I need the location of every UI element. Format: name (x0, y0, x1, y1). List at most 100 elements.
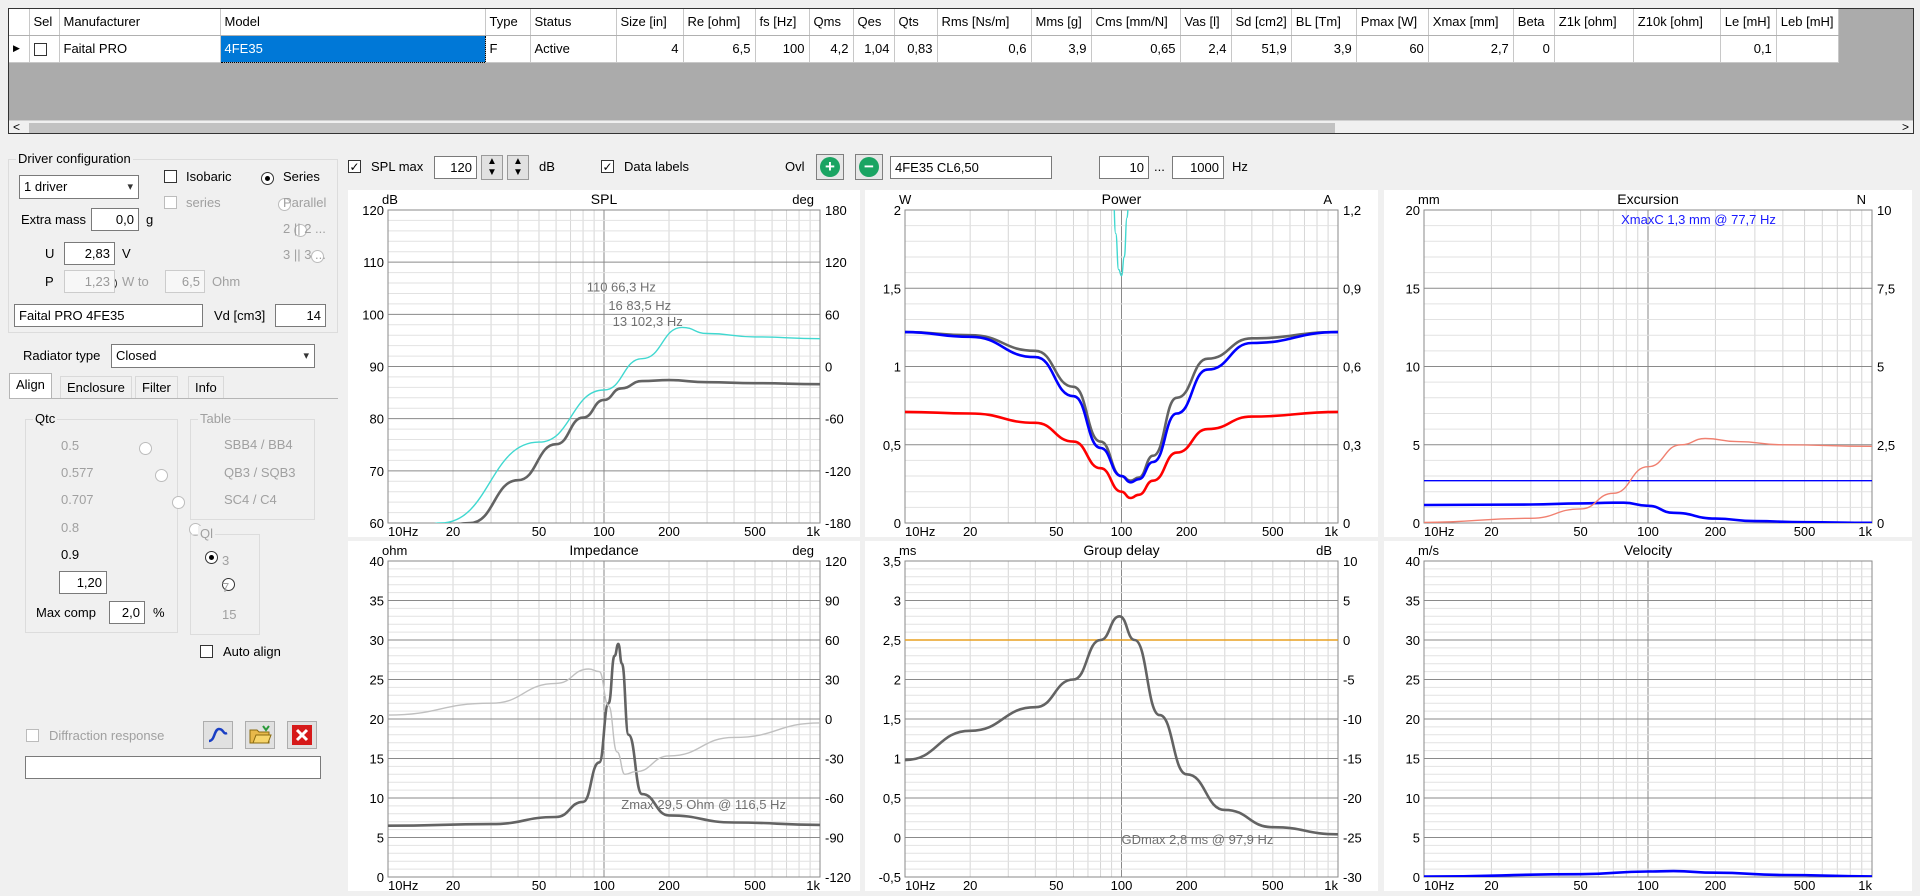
column-header[interactable]: BL [Tm] (1291, 9, 1357, 36)
cell-manufacturer[interactable]: Faital PRO (59, 35, 221, 63)
cell-mms[interactable]: 3,9 (1031, 35, 1092, 63)
column-header[interactable] (9, 9, 30, 36)
y-tick-label-left: 30 (1406, 633, 1420, 648)
cell-status[interactable]: Active (530, 35, 617, 63)
driver-name-field[interactable]: Faital PRO 4FE35 (14, 304, 203, 327)
horizontal-scrollbar[interactable]: < > (9, 120, 1913, 133)
power-input[interactable]: 1,23 (64, 270, 115, 293)
diffraction-input[interactable] (25, 756, 321, 779)
column-header[interactable]: Manufacturer (59, 9, 221, 36)
freq-to-input[interactable]: 1000 (1172, 156, 1224, 179)
cell-qms[interactable]: 4,2 (809, 35, 854, 63)
row-indicator-icon[interactable]: ▶ (9, 35, 30, 63)
column-header[interactable]: fs [Hz] (755, 9, 810, 36)
cell-sd[interactable]: 51,9 (1231, 35, 1292, 63)
table-row[interactable]: ▶ Faital PRO 4FE35 F Active 4 6,5 100 4,… (9, 34, 1839, 63)
cell-size[interactable]: 4 (616, 35, 684, 63)
driver-table: Sel Manufacturer Model Type Status Size … (9, 9, 1839, 63)
isobaric-checkbox[interactable] (164, 170, 177, 183)
cell-qts[interactable]: 0,83 (894, 35, 938, 63)
auto-align-checkbox[interactable] (200, 645, 213, 658)
voltage-input[interactable]: 2,83 (64, 242, 115, 265)
iso-series-checkbox[interactable] (164, 196, 177, 209)
y-tick-label-right: 7,5 (1877, 281, 1895, 296)
qtc-radio-0-5[interactable] (138, 442, 152, 456)
column-header[interactable]: Mms [g] (1031, 9, 1092, 36)
cell-le[interactable]: 0,1 (1720, 35, 1777, 63)
column-header[interactable]: Re [ohm] (683, 9, 756, 36)
cell-beta[interactable]: 0 (1513, 35, 1555, 63)
cell-rms[interactable]: 0,6 (937, 35, 1032, 63)
delete-button[interactable] (287, 721, 317, 749)
column-header[interactable]: Cms [mm/N] (1091, 9, 1181, 36)
scroll-left-icon[interactable]: < (13, 120, 20, 133)
cell-bl[interactable]: 3,9 (1291, 35, 1357, 63)
column-header[interactable]: Le [mH] (1720, 9, 1777, 36)
spl-spin-button[interactable]: ▲ ▼ (481, 155, 503, 180)
cell-leb[interactable] (1776, 35, 1839, 63)
cell-z1k[interactable] (1554, 35, 1634, 63)
vd-label: Vd [cm3] (214, 308, 266, 323)
scroll-right-icon[interactable]: > (1902, 120, 1909, 133)
column-header[interactable]: Rms [Ns/m] (937, 9, 1032, 36)
cell-model[interactable]: 4FE35 (219, 34, 486, 63)
cell-re[interactable]: 6,5 (683, 35, 756, 63)
column-header[interactable]: Type (485, 9, 531, 36)
tab-align[interactable]: Align (9, 373, 52, 399)
cell-z10k[interactable] (1633, 35, 1721, 63)
radiator-type-select[interactable]: Closed ▾ (111, 344, 315, 368)
qtc-custom-input[interactable]: 1,20 (59, 571, 107, 594)
column-header[interactable]: Xmax [mm] (1428, 9, 1514, 36)
diffraction-checkbox[interactable] (26, 729, 39, 742)
column-header[interactable]: Z1k [ohm] (1554, 9, 1634, 36)
tab-filter[interactable]: Filter (135, 376, 178, 398)
row-select-checkbox[interactable] (33, 43, 47, 57)
open-button[interactable] (245, 721, 275, 749)
data-labels-checkbox[interactable] (601, 160, 614, 173)
cell-type[interactable]: F (485, 35, 531, 63)
y-tick-label-right: -30 (1343, 870, 1362, 885)
column-header[interactable]: Leb [mH] (1776, 9, 1839, 36)
column-header[interactable]: Sd [cm2] (1231, 9, 1292, 36)
cell-fs[interactable]: 100 (755, 35, 810, 63)
qtc-radio-0-707[interactable] (172, 496, 185, 510)
column-header[interactable]: Size [in] (616, 9, 684, 36)
column-header[interactable]: Sel (29, 9, 60, 36)
add-overlay-button[interactable]: + (816, 154, 844, 180)
column-header[interactable]: Beta (1513, 9, 1555, 36)
cell-cms[interactable]: 0,65 (1091, 35, 1181, 63)
extra-mass-input[interactable]: 0,0 (91, 208, 139, 231)
column-header[interactable]: Qms (809, 9, 854, 36)
series-radio[interactable] (261, 172, 274, 186)
column-header[interactable]: Vas [l] (1180, 9, 1232, 36)
overlay-name-field[interactable]: 4FE35 CL6,50 (890, 156, 1052, 179)
cell-vas[interactable]: 2,4 (1180, 35, 1232, 63)
tab-info[interactable]: Info (188, 376, 224, 398)
right-unit-label: N (1857, 192, 1866, 207)
column-header[interactable]: Qts (894, 9, 938, 36)
y-tick-label-right: -120 (825, 464, 851, 479)
cell-qes[interactable]: 1,04 (853, 35, 895, 63)
x-tick-label: 200 (1705, 878, 1727, 891)
driver-count-select[interactable]: 1 driver ▾ (19, 175, 139, 199)
spl-range-button[interactable]: ▲ ▼ (507, 155, 529, 180)
column-header[interactable]: Pmax [W] (1356, 9, 1429, 36)
curve-button[interactable] (203, 721, 233, 749)
column-header[interactable]: Z10k [ohm] (1633, 9, 1721, 36)
y-tick-label-left: 40 (370, 554, 384, 569)
freq-from-input[interactable]: 10 (1099, 156, 1149, 179)
vd-field[interactable]: 14 (275, 304, 326, 327)
cell-xmax[interactable]: 2,7 (1428, 35, 1514, 63)
column-header[interactable]: Model (220, 9, 486, 36)
column-header[interactable]: Qes (853, 9, 895, 36)
max-comp-input[interactable]: 2,0 (109, 601, 145, 624)
cell-pmax[interactable]: 60 (1356, 35, 1429, 63)
remove-overlay-button[interactable]: − (855, 154, 883, 180)
ohm-input[interactable]: 6,5 (165, 270, 205, 293)
tab-enclosure[interactable]: Enclosure (60, 376, 132, 398)
scrollbar-thumb[interactable] (29, 123, 1335, 133)
spl-max-input[interactable]: 120 (434, 156, 477, 179)
spl-max-checkbox[interactable] (348, 160, 361, 173)
column-header[interactable]: Status (530, 9, 617, 36)
row-select-cell[interactable] (29, 35, 60, 63)
